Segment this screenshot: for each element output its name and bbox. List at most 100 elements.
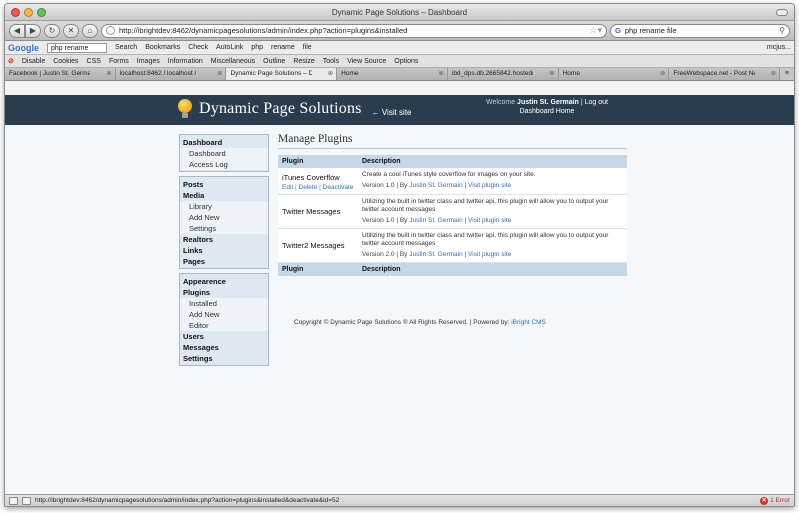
tab-home[interactable]: Home ⊗ [337, 68, 448, 80]
menu-heading-media[interactable]: Media [180, 190, 268, 201]
google-search-input[interactable]: php rename [47, 42, 107, 53]
tab-close-icon[interactable]: ⊗ [771, 68, 776, 80]
menu-heading-users[interactable]: Users [180, 331, 268, 342]
error-count: 1 Error [770, 497, 790, 504]
tab-close-icon[interactable]: ⊗ [106, 68, 111, 80]
bookmark-star-icon[interactable]: ☆▾ [589, 25, 602, 36]
plugin-author-link[interactable]: Justin St. Germain [409, 217, 462, 224]
wd-tools[interactable]: Tools [323, 58, 339, 65]
menu-heading-pages[interactable]: Pages [180, 256, 268, 267]
google-toolbar-autolink[interactable]: AutoLink [216, 44, 243, 51]
search-engine-icon[interactable]: G [615, 26, 621, 35]
deactivate-link[interactable]: Deactivate [323, 184, 354, 191]
disable-icon: ⊘ [8, 58, 14, 65]
menu-item-media-add-new[interactable]: Add New [180, 212, 268, 223]
address-bar[interactable]: http://ibrightdev:8462/dynamicpagesoluti… [101, 23, 607, 38]
menu-item-plugins-add-new[interactable]: Add New [180, 309, 268, 320]
edit-link[interactable]: Edit [282, 184, 293, 191]
tab-bar: Facebook | Justin St. Germain ⊗ localhost… [5, 68, 794, 81]
search-icon[interactable]: ⚲ [779, 26, 785, 35]
visit-plugin-site-link[interactable]: Visit plugin site [468, 217, 511, 224]
site-logo[interactable]: Dynamic Page Solutions ← Visit site [177, 99, 412, 119]
wd-information[interactable]: Information [168, 58, 203, 65]
plugin-name-cell: iTunes Coverflow Edit | Delete | Deactiv… [278, 168, 358, 195]
menu-item-access-log[interactable]: Access Log [180, 159, 268, 170]
menu-item-library[interactable]: Library [180, 201, 268, 212]
google-toolbar-bookmarks[interactable]: Bookmarks [145, 44, 180, 51]
tab-close-icon[interactable]: ⊗ [217, 68, 222, 80]
tab-close-icon[interactable]: ⊗ [328, 68, 333, 80]
tab-close-icon[interactable]: ⊗ [660, 68, 665, 80]
sidebar-toggle-icon[interactable] [9, 496, 18, 505]
status-url: http://ibrightdev:8462/dynamicpagesoluti… [35, 497, 340, 504]
plugin-meta: Version 2.0 | By Justin St. Germain | Vi… [362, 251, 512, 258]
tab-freewebspace[interactable]: FreeWebspace.net - Post Ne... ⊗ [669, 68, 781, 80]
search-bar[interactable]: G php rename file ⚲ [610, 23, 790, 38]
tab-localhost[interactable]: localhost:8462 / localhost / ⊗ [115, 68, 227, 80]
close-window-button[interactable] [11, 8, 20, 17]
wd-resize[interactable]: Resize [293, 58, 314, 65]
google-toolbar-term-file[interactable]: file [303, 44, 312, 51]
wd-images[interactable]: Images [137, 58, 160, 65]
status-panel-icon[interactable] [22, 496, 31, 505]
menu-heading-plugins[interactable]: Plugins [180, 287, 268, 298]
logout-link[interactable]: Log out [585, 99, 608, 106]
wd-view-source[interactable]: View Source [347, 58, 386, 65]
menu-heading-messages[interactable]: Messages [180, 342, 268, 353]
google-toolbar-term-php[interactable]: php [251, 44, 263, 51]
tab-home-2[interactable]: Home ⊗ [558, 68, 670, 80]
tab-db-host[interactable]: ibd_dps.db.2665842.hostedr ⊗ [447, 68, 559, 80]
tab-close-icon[interactable]: ⊗ [549, 68, 554, 80]
menu-heading-dashboard[interactable]: Dashboard [180, 137, 268, 148]
menu-heading-settings[interactable]: Settings [180, 353, 268, 364]
site-header: Dynamic Page Solutions ← Visit site Welc… [5, 95, 794, 125]
menu-item-media-settings[interactable]: Settings [180, 223, 268, 234]
stop-button[interactable]: ✕ [63, 23, 79, 38]
visit-plugin-site-link[interactable]: Visit plugin site [468, 251, 511, 258]
window-controls [11, 8, 46, 17]
menu-item-dashboard[interactable]: Dashboard [180, 148, 268, 159]
google-toolbar-check[interactable]: Check [188, 44, 208, 51]
visit-plugin-site-link[interactable]: Visit plugin site [468, 182, 511, 189]
menu-item-installed[interactable]: Installed [180, 298, 268, 309]
wd-forms[interactable]: Forms [109, 58, 129, 65]
wd-outline[interactable]: Outline [263, 58, 285, 65]
menu-heading-appearance[interactable]: Appearence [180, 276, 268, 287]
logo-text: Dynamic Page Solutions [199, 100, 362, 117]
google-account[interactable]: mcjus... [767, 44, 791, 51]
plugin-author-link[interactable]: Justin St. Germain [409, 182, 462, 189]
visit-site-link[interactable]: ← Visit site [372, 108, 412, 117]
status-bar: http://ibrightdev:8462/dynamicpagesoluti… [5, 494, 794, 506]
google-logo[interactable]: Google [8, 43, 39, 53]
tab-close-icon[interactable]: ⊗ [438, 68, 443, 80]
reload-button[interactable]: ↻ [44, 23, 60, 38]
error-indicator[interactable]: ✕ 1 Error [760, 496, 790, 505]
menu-heading-links[interactable]: Links [180, 245, 268, 256]
tab-dynamic-page-solutions[interactable]: Dynamic Page Solutions – Da...⊗ [226, 68, 338, 80]
tab-facebook[interactable]: Facebook | Justin St. Germain ⊗ [5, 68, 116, 80]
plugin-author-link[interactable]: Justin St. Germain [409, 251, 462, 258]
delete-link[interactable]: Delete [299, 184, 318, 191]
home-button[interactable]: ⌂ [82, 23, 98, 38]
google-toolbar-term-rename[interactable]: rename [271, 44, 295, 51]
wd-miscellaneous[interactable]: Miscellaneous [211, 58, 255, 65]
dashboard-home-link[interactable]: Dashboard Home [486, 107, 608, 116]
menu-heading-posts[interactable]: Posts [180, 179, 268, 190]
menu-item-editor[interactable]: Editor [180, 320, 268, 331]
tab-overflow-icon[interactable]: ≡ [780, 68, 794, 80]
wd-css[interactable]: CSS [87, 58, 101, 65]
google-toolbar-search[interactable]: Search [115, 44, 137, 51]
back-button[interactable]: ◀ [9, 23, 25, 38]
menu-heading-realtors[interactable]: Realtors [180, 234, 268, 245]
zoom-window-button[interactable] [37, 8, 46, 17]
powered-by-link[interactable]: iBright CMS [511, 319, 546, 326]
forward-button[interactable]: ▶ [25, 23, 41, 38]
wd-disable[interactable]: Disable [22, 58, 45, 65]
wd-cookies[interactable]: Cookies [53, 58, 78, 65]
user-name-link[interactable]: Justin St. Germain [517, 99, 579, 106]
table-row: Twitter2 Messages Utilizing the built in… [278, 228, 627, 263]
toolbar-toggle-button[interactable] [776, 9, 788, 16]
wd-options[interactable]: Options [394, 58, 418, 65]
site-identity-icon[interactable] [106, 26, 115, 35]
minimize-window-button[interactable] [24, 8, 33, 17]
